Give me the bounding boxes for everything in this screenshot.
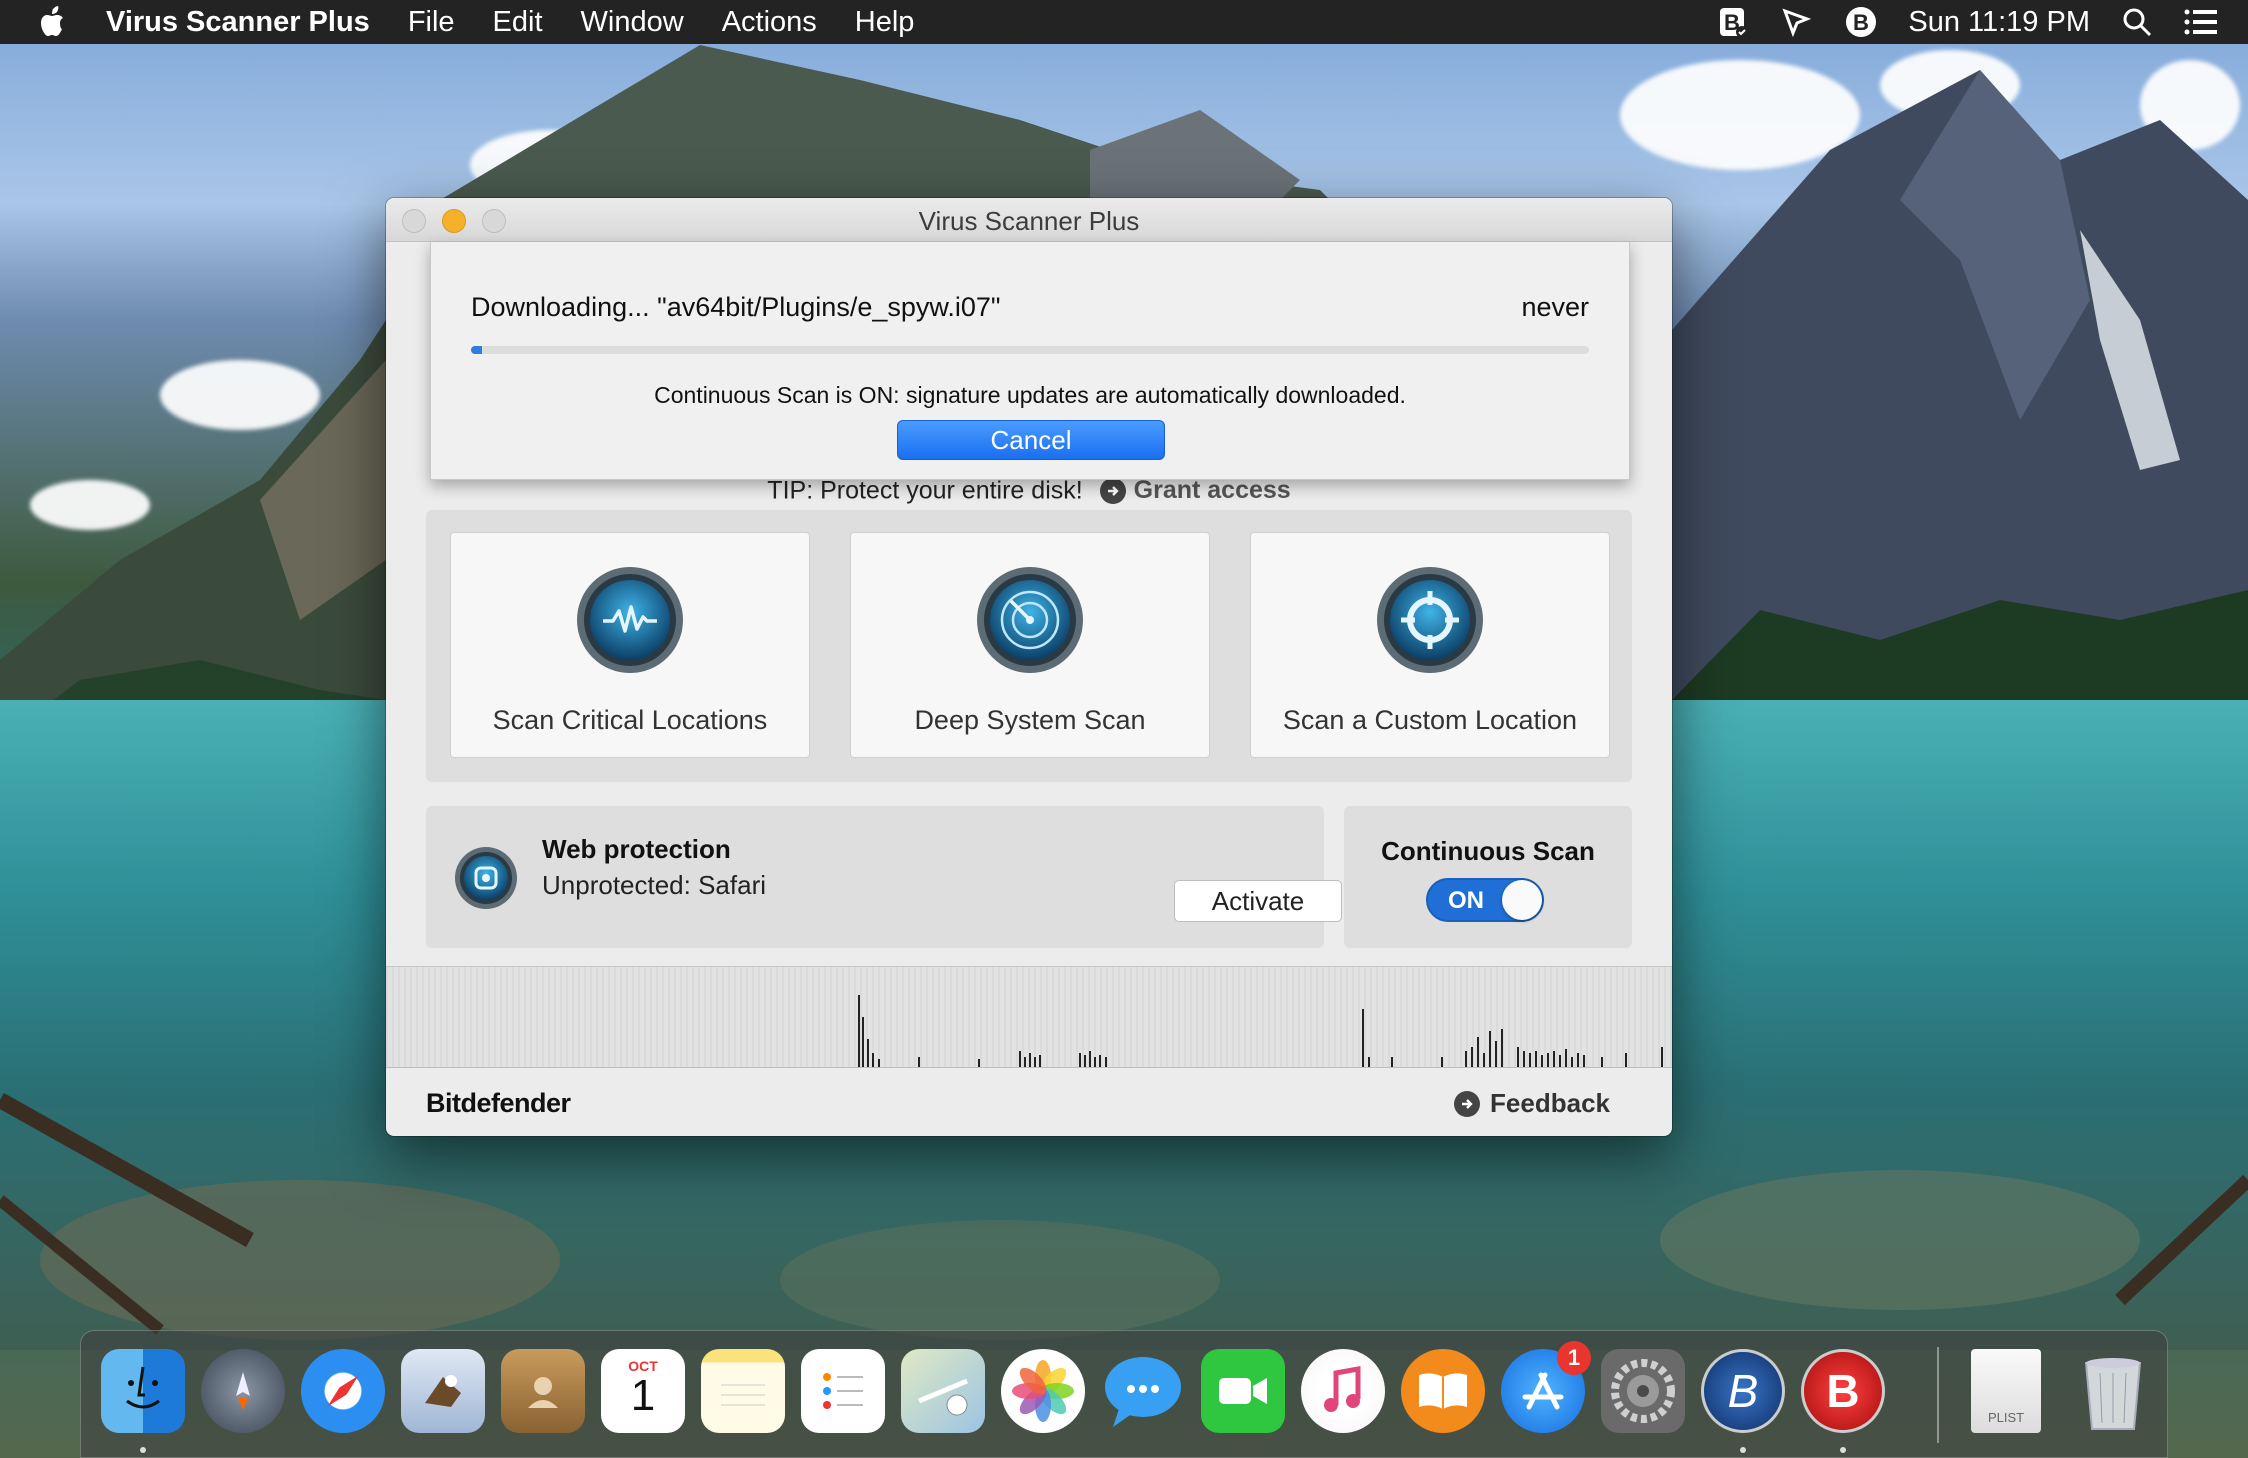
file-menu[interactable]: File bbox=[408, 6, 455, 39]
deep-system-scan-button[interactable]: Deep System Scan bbox=[850, 532, 1210, 758]
feedback-link[interactable]: Feedback bbox=[1454, 1088, 1610, 1119]
download-progress-bar bbox=[471, 346, 1589, 354]
svg-text:B: B bbox=[1728, 1365, 1759, 1417]
grant-access-label: Grant access bbox=[1133, 476, 1291, 504]
scan-critical-locations-button[interactable]: Scan Critical Locations bbox=[450, 532, 810, 758]
notes-icon[interactable] bbox=[701, 1349, 785, 1433]
app-name-menu[interactable]: Virus Scanner Plus bbox=[106, 6, 370, 39]
web-protection-status: Unprotected: Safari bbox=[542, 870, 767, 900]
toggle-knob bbox=[1502, 880, 1542, 920]
plist-file-icon[interactable]: PLIST bbox=[1971, 1349, 2041, 1433]
feedback-label: Feedback bbox=[1490, 1088, 1610, 1118]
radar-icon bbox=[977, 567, 1083, 673]
app-store-update-badge: 1 bbox=[1557, 1341, 1591, 1375]
continuous-scan-panel: Continuous Scan ON bbox=[1344, 806, 1632, 948]
bitdefender-b-status-icon[interactable]: B bbox=[1844, 5, 1878, 39]
bitdefender-b-icon[interactable]: B bbox=[1701, 1349, 1785, 1433]
system-preferences-icon[interactable] bbox=[1601, 1349, 1685, 1433]
pulse-icon bbox=[577, 567, 683, 673]
arrow-right-icon bbox=[1454, 1090, 1481, 1117]
running-indicator bbox=[1740, 1447, 1746, 1453]
tip-bar: TIP: Protect your entire disk! Grant acc… bbox=[386, 476, 1672, 506]
toggle-on-label: ON bbox=[1448, 887, 1484, 914]
bitdefender-shield-status-icon[interactable]: B bbox=[1716, 5, 1750, 39]
download-eta: never bbox=[1521, 292, 1589, 322]
grant-access-link[interactable]: Grant access bbox=[1099, 476, 1291, 505]
window-title: Virus Scanner Plus bbox=[918, 206, 1140, 236]
menubar-clock[interactable]: Sun 11:19 PM bbox=[1908, 6, 2090, 39]
facetime-icon[interactable] bbox=[1201, 1349, 1285, 1433]
svg-text:B: B bbox=[1853, 10, 1869, 35]
window-footer: Bitdefender Feedback bbox=[386, 1068, 1672, 1136]
dock: OCT 1 1 B B PLIST bbox=[80, 1330, 2168, 1458]
window-menu[interactable]: Window bbox=[581, 6, 684, 39]
svg-text:B: B bbox=[1826, 1365, 1859, 1417]
apple-menu-icon[interactable] bbox=[40, 6, 70, 38]
continuous-scan-toggle[interactable]: ON bbox=[1426, 878, 1544, 922]
edit-menu[interactable]: Edit bbox=[493, 6, 543, 39]
calendar-day: 1 bbox=[630, 1371, 656, 1420]
spotlight-search-icon[interactable] bbox=[2120, 5, 2154, 39]
download-sheet: Downloading... "av64bit/Plugins/e_spyw.i… bbox=[430, 242, 1630, 480]
activate-button[interactable]: Activate bbox=[1174, 880, 1342, 922]
itunes-icon[interactable] bbox=[1301, 1349, 1385, 1433]
dock-separator bbox=[1937, 1347, 1939, 1443]
scan-critical-label: Scan Critical Locations bbox=[492, 705, 768, 735]
scan-custom-label: Scan a Custom Location bbox=[1282, 705, 1578, 735]
target-icon bbox=[1377, 567, 1483, 673]
trash-icon[interactable] bbox=[2071, 1349, 2155, 1433]
calendar-icon[interactable]: OCT 1 bbox=[601, 1349, 685, 1433]
bitdefender-logo: Bitdefender bbox=[426, 1088, 571, 1118]
mail-icon[interactable] bbox=[401, 1349, 485, 1433]
web-protection-panel: Web protection Unprotected: Safari Activ… bbox=[426, 806, 1342, 948]
cancel-button[interactable]: Cancel bbox=[897, 420, 1165, 460]
scan-custom-location-button[interactable]: Scan a Custom Location bbox=[1250, 532, 1610, 758]
contacts-icon[interactable] bbox=[501, 1349, 585, 1433]
app-window: Virus Scanner Plus Downloading... "av64b… bbox=[386, 198, 1672, 1136]
deep-scan-label: Deep System Scan bbox=[914, 705, 1146, 735]
plist-label: PLIST bbox=[1987, 1410, 2025, 1425]
web-protection-title: Web protection bbox=[542, 834, 731, 864]
safari-icon[interactable] bbox=[301, 1349, 385, 1433]
maps-icon[interactable] bbox=[901, 1349, 985, 1433]
scan-activity-graph bbox=[386, 966, 1672, 1068]
launchpad-icon[interactable] bbox=[201, 1349, 285, 1433]
menu-bar: Virus Scanner Plus File Edit Window Acti… bbox=[0, 0, 2248, 44]
tip-text: TIP: Protect your entire disk! bbox=[767, 476, 1083, 505]
finder-icon[interactable] bbox=[101, 1349, 185, 1433]
web-protection-icon bbox=[455, 847, 517, 909]
flag-status-icon[interactable] bbox=[1780, 5, 1814, 39]
running-indicator bbox=[140, 1447, 146, 1453]
download-progress-fill bbox=[471, 346, 483, 354]
messages-icon[interactable] bbox=[1101, 1349, 1185, 1433]
arrow-right-icon bbox=[1099, 477, 1126, 504]
ibooks-icon[interactable] bbox=[1401, 1349, 1485, 1433]
photos-icon[interactable] bbox=[1001, 1349, 1085, 1433]
scan-options-panel: Scan Critical Locations Deep System Scan… bbox=[426, 510, 1632, 782]
running-indicator bbox=[1840, 1447, 1846, 1453]
actions-menu[interactable]: Actions bbox=[722, 6, 817, 39]
window-titlebar[interactable]: Virus Scanner Plus bbox=[386, 198, 1672, 242]
help-menu[interactable]: Help bbox=[855, 6, 915, 39]
reminders-icon[interactable] bbox=[801, 1349, 885, 1433]
continuous-scan-message: Continuous Scan is ON: signature updates… bbox=[654, 382, 1406, 408]
notification-center-icon[interactable] bbox=[2184, 5, 2218, 39]
download-status-text: Downloading... "av64bit/Plugins/e_spyw.i… bbox=[471, 292, 1001, 322]
continuous-scan-title: Continuous Scan bbox=[1381, 836, 1595, 866]
app-store-icon[interactable]: 1 bbox=[1501, 1341, 1591, 1433]
bitdefender-red-icon[interactable]: B bbox=[1801, 1349, 1885, 1433]
